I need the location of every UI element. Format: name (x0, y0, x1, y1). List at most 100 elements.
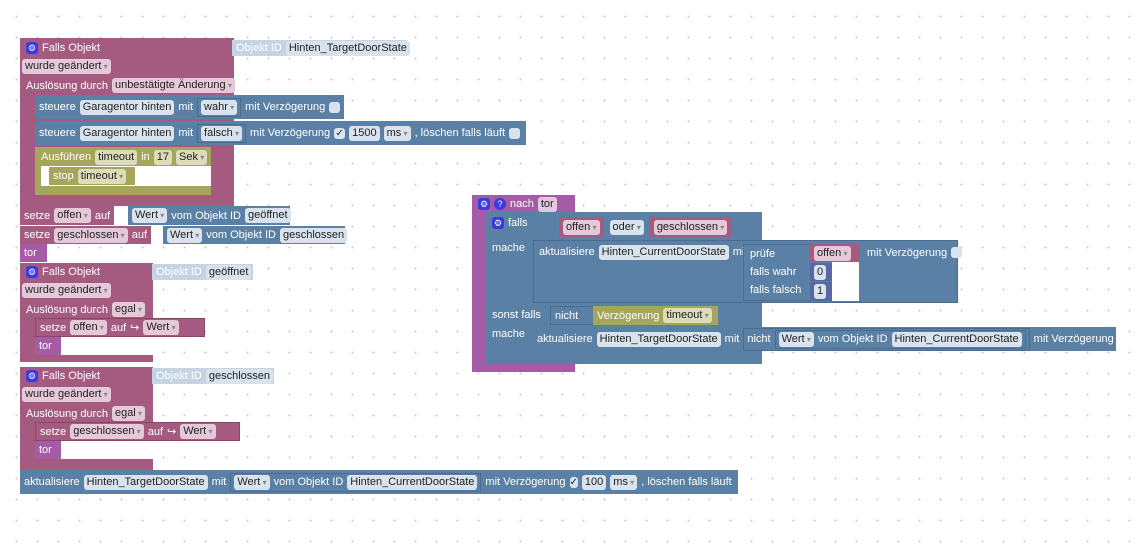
var-dropdown[interactable]: geschlossen (54, 227, 128, 243)
op-dropdown[interactable]: oder (609, 219, 644, 235)
timeout-check-block[interactable]: Verzögerung timeout (593, 306, 718, 325)
target-field[interactable]: Hinten_TargetDoorState (596, 331, 721, 347)
delay-field[interactable]: 1500 (349, 125, 380, 141)
procedure-name-field[interactable]: tor (537, 196, 557, 212)
setze-block[interactable]: setzegeschlossenauf ↪Wert (35, 422, 240, 441)
wert-dropdown[interactable]: Wert (132, 208, 168, 223)
delay-checkbox[interactable]: ✓ (569, 476, 578, 488)
object-id-block[interactable]: Objekt ID Hinten_TargetDoorState (232, 40, 410, 56)
unit-dropdown[interactable]: ms (610, 474, 638, 490)
delay-field[interactable]: 100 (581, 474, 607, 490)
var-dropdown[interactable]: offen (70, 320, 107, 335)
clear-checkbox[interactable] (509, 127, 521, 139)
gear-icon[interactable]: ⚙ (478, 198, 490, 210)
unit-dropdown[interactable]: Sek (176, 149, 208, 165)
value-dropdown[interactable]: wahr (201, 99, 238, 115)
delay-checkbox[interactable] (951, 247, 963, 258)
number-block[interactable]: 1 (810, 282, 832, 300)
call-tor-block[interactable]: tor (20, 244, 47, 262)
setze-geschlossen-block[interactable]: setzegeschlossenauf (20, 226, 151, 244)
value-dropdown[interactable]: falsch (201, 125, 243, 141)
setze-offen-block[interactable]: setzeoffenauf (20, 206, 115, 225)
var-dropdown[interactable]: offen (814, 245, 851, 261)
label: vom Objekt ID (171, 209, 241, 222)
wert-dropdown[interactable]: Wert (778, 331, 814, 347)
target-field[interactable]: Garagentor hinten (79, 99, 175, 115)
target-field[interactable]: Hinten_CurrentDoorState (598, 244, 729, 260)
label: setze (24, 209, 51, 222)
help-icon[interactable]: ? (494, 198, 506, 210)
ausl-dropdown[interactable]: egal (111, 302, 145, 317)
object-id-field[interactable]: geöffnet (244, 208, 291, 223)
label: falls falsch (750, 284, 802, 296)
timeout-header: Ausführen timeout in 17 Sek (37, 148, 211, 166)
call-tor-block[interactable]: tor (35, 441, 61, 459)
trigger-dropdown[interactable]: wurde geändert (22, 58, 111, 74)
label: nicht (747, 333, 771, 345)
call-tor-block[interactable]: tor (35, 337, 61, 355)
label: vom Objekt ID (273, 476, 344, 488)
var-block[interactable]: offen (810, 244, 860, 262)
target-field[interactable]: Garagentor hinten (79, 125, 175, 141)
unit-dropdown[interactable]: ms (383, 125, 411, 141)
var-dropdown[interactable]: geschlossen (653, 219, 728, 235)
wert-dropdown[interactable]: Wert (143, 320, 179, 335)
ausl-row: Auslösung durch egal (22, 405, 149, 422)
trigger-row: wurde geändert (20, 386, 115, 402)
object-id-block[interactable]: Objekt ID geschlossen (152, 368, 274, 384)
not-block[interactable]: nicht (550, 306, 594, 325)
aktualisiere-block[interactable]: aktualisiere Hinten_TargetDoorState mit Wer… (20, 470, 738, 494)
stop-dropdown[interactable]: timeout (77, 168, 127, 184)
label: steuere (39, 101, 76, 113)
label: Objekt ID (156, 266, 202, 278)
setze-block[interactable]: setzeoffenauf↪Wert (35, 318, 205, 337)
stop-block[interactable]: stop timeout (49, 167, 135, 185)
trigger-dropdown[interactable]: wurde geändert (22, 386, 111, 402)
gear-icon[interactable]: ⚙ (26, 369, 38, 382)
timeout-value-field[interactable]: 17 (153, 149, 173, 165)
var-dropdown[interactable]: offen (54, 208, 91, 223)
label: vom Objekt ID (206, 229, 276, 241)
ausl-row: Auslösung durch egal (22, 301, 149, 318)
var-dropdown[interactable]: geschlossen (70, 424, 144, 439)
target-field[interactable]: Hinten_TargetDoorState (83, 474, 208, 490)
label: prüfe (746, 246, 779, 261)
sonst-row: sonst falls (488, 308, 545, 322)
object-id-field[interactable]: geschlossen (205, 368, 274, 384)
wert-dropdown[interactable]: Wert (180, 424, 216, 439)
number-field[interactable]: 1 (814, 283, 827, 299)
object-id-block[interactable]: Objekt ID geöffnet (152, 264, 253, 280)
aktualisiere-block[interactable]: aktualisiere Hinten_TargetDoorState mit nic… (533, 327, 1116, 351)
number-block[interactable]: 0 (810, 263, 832, 281)
label: Auslösung durch (26, 303, 108, 316)
object-id-field[interactable]: Hinten_CurrentDoorState (347, 474, 478, 490)
value-block[interactable]: Wertvom Objekt IDgeschlossen (163, 226, 348, 244)
object-id-field[interactable]: geöffnet (205, 264, 252, 280)
object-id-field[interactable]: geschlossen (279, 227, 348, 243)
delay-checkbox[interactable]: ✓ (334, 127, 346, 139)
delay-checkbox[interactable] (329, 101, 340, 113)
wert-dropdown[interactable]: Wert (234, 474, 270, 490)
ausl-dropdown[interactable]: unbestätigte Änderung (111, 78, 235, 93)
var-dropdown[interactable]: offen (563, 219, 600, 235)
steuere-block-2[interactable]: steuereGaragentor hintenmit falsch mit Ver… (35, 121, 526, 145)
ternary-gap (832, 262, 859, 301)
timeout-dropdown[interactable]: timeout (663, 308, 712, 323)
timeout-name-field[interactable]: timeout (95, 149, 138, 165)
trigger-dropdown[interactable]: wurde geändert (22, 282, 111, 298)
steuere-block-1[interactable]: steuereGaragentor hintenmitwahr mit Verzö… (35, 95, 344, 119)
number-field[interactable]: 0 (814, 264, 827, 280)
gear-icon[interactable]: ⚙ (26, 265, 38, 278)
var-block[interactable]: offen (559, 217, 604, 237)
label: tor (39, 340, 52, 352)
var-block[interactable]: geschlossen (649, 217, 732, 237)
ausl-dropdown[interactable]: egal (111, 406, 145, 421)
object-id-field[interactable]: Hinten_CurrentDoorState (891, 331, 1022, 347)
procedure-header: ⚙? nach tor (474, 196, 561, 212)
object-id-field[interactable]: Hinten_TargetDoorState (285, 40, 410, 56)
value-block[interactable]: Wertvom Objekt IDgeöffnet (128, 206, 291, 225)
wert-dropdown[interactable]: Wert (167, 227, 203, 243)
label: auf (147, 425, 163, 438)
gear-icon[interactable]: ⚙ (26, 41, 38, 54)
gear-icon[interactable]: ⚙ (492, 216, 504, 229)
